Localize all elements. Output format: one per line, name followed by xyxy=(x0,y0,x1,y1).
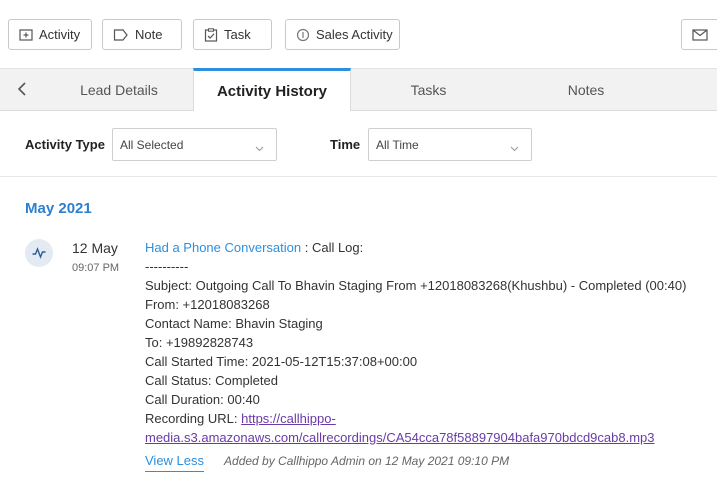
time-select[interactable]: All Time xyxy=(368,128,532,161)
added-by-text: Added by Callhippo Admin on 12 May 2021 … xyxy=(224,454,510,468)
add-task-button[interactable]: Task xyxy=(193,19,272,50)
phone-activity-icon xyxy=(25,239,53,267)
call-started-time: Call Started Time: 2021-05-12T15:37:08+0… xyxy=(145,354,418,369)
add-task-label: Task xyxy=(224,27,251,42)
activity-time: 09:07 PM xyxy=(72,262,120,274)
sales-activity-button[interactable]: Sales Activity xyxy=(285,19,400,50)
send-email-button[interactable] xyxy=(681,19,717,50)
add-note-label: Note xyxy=(135,27,163,42)
call-status: Call Status: Completed xyxy=(145,373,278,388)
sales-activity-icon xyxy=(296,28,310,42)
add-activity-label: Activity xyxy=(39,27,81,42)
activity-footer: View Less Added by Callhippo Admin on 12… xyxy=(145,451,717,472)
separator-text: ---------- xyxy=(145,259,189,274)
call-from: From: +12018083268 xyxy=(145,297,270,312)
add-note-button[interactable]: Note xyxy=(102,19,182,50)
chevron-down-icon xyxy=(510,141,519,155)
recording-url-link-part2[interactable]: media.s3.amazonaws.com/callrecordings/CA… xyxy=(145,428,717,447)
recording-url-link-part1[interactable]: https://callhippo- xyxy=(241,411,336,426)
activity-title-line: Had a Phone Conversation : Call Log: xyxy=(145,238,717,257)
recording-url-line: Recording URL: https://callhippo- xyxy=(145,409,717,428)
sales-activity-label: Sales Activity xyxy=(316,27,393,42)
task-check-icon xyxy=(204,27,218,42)
tab-activity-history[interactable]: Activity History xyxy=(193,68,351,111)
activity-type-select[interactable]: All Selected xyxy=(112,128,277,161)
activity-type-value: All Selected xyxy=(120,137,184,152)
timeline-month-heading: May 2021 xyxy=(25,200,92,217)
call-duration: Call Duration: 00:40 xyxy=(145,392,260,407)
recording-url-label: Recording URL: xyxy=(145,411,242,426)
tab-bar: Lead Details Activity History Tasks Note… xyxy=(0,68,717,111)
activity-title-suffix: : Call Log: xyxy=(301,240,364,255)
time-label: Time xyxy=(330,137,361,152)
time-value: All Time xyxy=(376,137,419,152)
chevron-down-icon xyxy=(255,141,264,155)
action-toolbar: Activity Note Task Sales Activity xyxy=(0,0,717,68)
tab-tasks[interactable]: Tasks xyxy=(351,69,506,111)
mail-icon xyxy=(692,28,708,41)
activity-date: 12 May xyxy=(72,240,118,256)
tab-lead-details[interactable]: Lead Details xyxy=(45,69,193,111)
call-subject: Subject: Outgoing Call To Bhavin Staging… xyxy=(145,278,687,293)
activity-detail: Had a Phone Conversation : Call Log: ---… xyxy=(145,238,717,472)
activity-add-icon xyxy=(19,28,33,42)
contact-name: Contact Name: Bhavin Staging xyxy=(145,316,323,331)
call-to: To: +19892828743 xyxy=(145,335,254,350)
add-activity-button[interactable]: Activity xyxy=(8,19,92,50)
activity-type-label: Activity Type xyxy=(25,137,105,152)
filter-bar: Activity Type All Selected Time All Time xyxy=(0,111,717,177)
note-icon xyxy=(113,28,129,42)
activity-title-link[interactable]: Had a Phone Conversation xyxy=(145,240,301,255)
tabs-scroll-left-button[interactable] xyxy=(12,80,32,100)
chevron-left-icon xyxy=(17,81,27,99)
tab-notes[interactable]: Notes xyxy=(506,69,666,111)
view-less-link[interactable]: View Less xyxy=(145,451,205,472)
